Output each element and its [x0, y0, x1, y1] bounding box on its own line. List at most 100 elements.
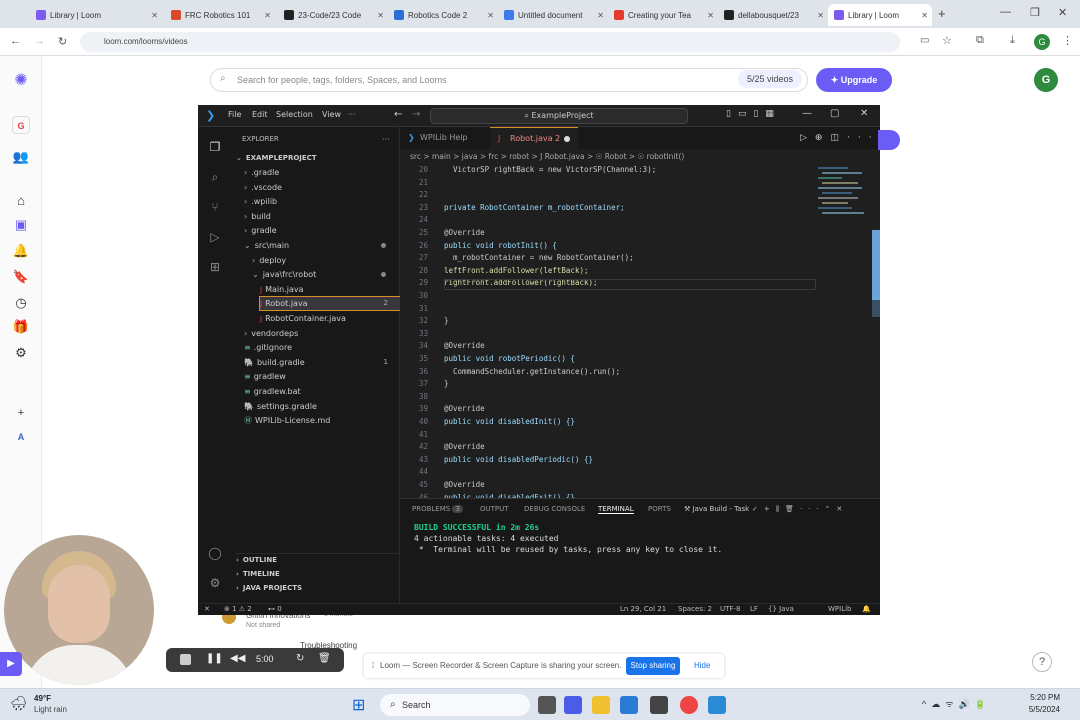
code-line[interactable]: } — [444, 316, 449, 325]
browser-tab[interactable]: FRC Robotics 101 ✕ — [165, 4, 275, 26]
tree-item[interactable]: ≡ .gitignore — [244, 341, 400, 354]
more-menu-icon[interactable]: ··· — [348, 110, 356, 119]
close-icon[interactable]: ✕ — [860, 108, 868, 119]
code-line[interactable]: public void robotPeriodic() { — [444, 354, 575, 363]
stop-recording-icon[interactable] — [180, 654, 191, 665]
code-line[interactable]: CommandScheduler.getInstance().run(); — [444, 367, 620, 376]
remote-icon[interactable]: ✕ — [204, 605, 210, 613]
history-icon[interactable]: ◷ — [12, 294, 30, 312]
rewind-icon[interactable]: ◀◀ — [230, 653, 245, 664]
hide-button[interactable]: Hide — [694, 661, 710, 670]
gift-icon[interactable]: 🎁 — [12, 318, 30, 336]
code-line[interactable]: m_robotContainer = new RobotContainer(); — [444, 253, 634, 262]
tree-item[interactable]: › .vscode — [244, 181, 400, 194]
tab-problems[interactable]: PROBLEMS 3 — [412, 505, 463, 513]
user-avatar[interactable]: G — [1034, 68, 1058, 92]
browser-tab[interactable]: Untitled document ✕ — [498, 4, 608, 26]
system-tray-icons[interactable]: ^☁ᯤ🔊🔋 — [922, 697, 991, 710]
nav-back-icon[interactable]: ← — [394, 109, 402, 120]
tree-item[interactable]: › .wpilib — [244, 195, 400, 208]
extensions-icon[interactable]: ⧉ — [976, 34, 984, 47]
tree-item[interactable]: J Main.java — [260, 283, 400, 296]
code-line[interactable]: @Override — [444, 442, 485, 451]
back-icon[interactable]: ← — [10, 35, 21, 47]
menu-view[interactable]: View — [322, 110, 341, 119]
forward-icon[interactable]: → — [34, 35, 45, 47]
run-debug-icon[interactable]: ▷ — [207, 229, 223, 245]
layout-icons[interactable]: ▯▭▯▦ — [726, 109, 781, 119]
source-control-icon[interactable]: ⑂ — [207, 199, 223, 215]
minimize-icon[interactable]: — — [802, 108, 812, 119]
restart-icon[interactable]: ↻ — [296, 653, 304, 664]
status-wpilib[interactable]: WPILib — [828, 605, 852, 613]
tab-wpilib-help[interactable]: ❯ WPILib Help — [400, 127, 488, 149]
code-line[interactable]: leftFront.addFollower(leftBack); — [444, 266, 589, 275]
vscode-taskbar-icon[interactable] — [708, 696, 726, 714]
status-encoding[interactable]: UTF-8 — [720, 605, 740, 613]
file-explorer-icon[interactable] — [592, 696, 610, 714]
browser-tab[interactable]: Creating your Tea ✕ — [608, 4, 718, 26]
code-line[interactable]: @Override — [444, 341, 485, 350]
status-eol[interactable]: LF — [750, 605, 758, 613]
close-icon[interactable]: ✕ — [921, 11, 928, 20]
teams-icon[interactable] — [564, 696, 582, 714]
loom-search-input[interactable]: Search for people, tags, folders, Spaces… — [210, 68, 808, 92]
status-position[interactable]: Ln 29, Col 21 — [620, 605, 666, 613]
terminal-task[interactable]: ⚒ Java Build - Task — [684, 505, 749, 513]
taskbar-search[interactable]: Search — [380, 694, 530, 716]
panel-actions[interactable]: ✓+⫼🗑···⌃✕ — [752, 505, 848, 514]
tree-item[interactable]: › build — [244, 210, 400, 223]
code-line[interactable]: public void disabledPeriodic() {} — [444, 455, 593, 464]
code-line[interactable]: VictorSP rightBack = new VictorSP(Channe… — [444, 165, 656, 174]
tab-debug-console[interactable]: DEBUG CONSOLE — [524, 505, 585, 513]
windows-start-icon[interactable]: ⊞ — [352, 695, 365, 715]
code-line[interactable]: public void disabledInit() {} — [444, 417, 575, 426]
delete-icon[interactable]: 🗑 — [318, 653, 331, 664]
close-icon[interactable]: ✕ — [151, 11, 158, 20]
url-field[interactable]: loom.com/looms/videos — [80, 32, 900, 52]
search-icon[interactable]: ⌕ — [207, 169, 223, 185]
tree-item[interactable]: › gradle — [244, 224, 400, 237]
store-icon[interactable] — [650, 696, 668, 714]
maximize-icon[interactable]: ❐ — [1030, 6, 1040, 19]
reload-icon[interactable]: ↻ — [58, 35, 67, 48]
notifications-icon[interactable]: 🔔 — [12, 242, 30, 260]
tree-item[interactable]: 🐘 settings.gradle — [244, 400, 400, 413]
home-icon[interactable]: ⌂ — [12, 192, 30, 210]
command-center[interactable]: ⌕ ExampleProject — [430, 108, 688, 124]
outline-section[interactable]: › OUTLINE — [236, 553, 404, 566]
browser-tab[interactable]: Robotics Code 2 ✕ — [388, 4, 498, 26]
task-view-icon[interactable] — [538, 696, 556, 714]
settings-icon[interactable]: ⚙ — [12, 344, 30, 362]
menu-file[interactable]: File — [228, 110, 241, 119]
status-ports[interactable]: ⊷ 0 — [268, 605, 282, 613]
stop-sharing-button[interactable]: Stop sharing — [626, 657, 680, 675]
members-icon[interactable]: 👥 — [12, 148, 30, 166]
status-language[interactable]: {} Java — [768, 605, 794, 613]
menu-selection[interactable]: Selection — [276, 110, 313, 119]
minimap[interactable] — [818, 165, 874, 245]
new-tab-icon[interactable]: + — [938, 6, 946, 21]
breadcrumb[interactable]: src > main > java > frc > robot > J Robo… — [410, 152, 684, 161]
bookmark-star-icon[interactable]: ☆ — [942, 34, 952, 47]
library-icon[interactable]: ▣ — [12, 216, 30, 234]
status-problems[interactable]: ⊗ 1 ⚠ 2 — [224, 605, 252, 613]
tree-item[interactable]: Ⓜ WPILib-License.md — [244, 414, 400, 427]
maximize-icon[interactable]: ▢ — [830, 108, 839, 119]
browser-tab[interactable]: 23-Code/23 Code ✕ — [278, 4, 388, 26]
code-line[interactable]: } — [444, 379, 449, 388]
upgrade-button[interactable]: ✦ Upgrade — [816, 68, 892, 92]
files-icon[interactable]: ❐ — [207, 139, 223, 155]
manage-gear-icon[interactable]: ⚙ — [207, 575, 223, 591]
minimize-icon[interactable]: — — [1000, 6, 1011, 18]
loom-hidden-button[interactable] — [878, 130, 900, 150]
code-line[interactable]: public void robotInit() { — [444, 241, 557, 250]
help-icon[interactable]: ? — [1032, 652, 1052, 672]
weather-temp[interactable]: 49°F — [34, 694, 51, 703]
clock-date[interactable]: 5/5/2024 — [1010, 705, 1060, 714]
edge-icon[interactable] — [620, 696, 638, 714]
timeline-section[interactable]: › TIMELINE — [236, 568, 280, 581]
accounts-icon[interactable]: ◯ — [207, 545, 223, 561]
project-root[interactable]: ⌄ EXAMPLEPROJECT — [236, 152, 317, 165]
tree-item[interactable]: › .gradle — [244, 166, 400, 179]
